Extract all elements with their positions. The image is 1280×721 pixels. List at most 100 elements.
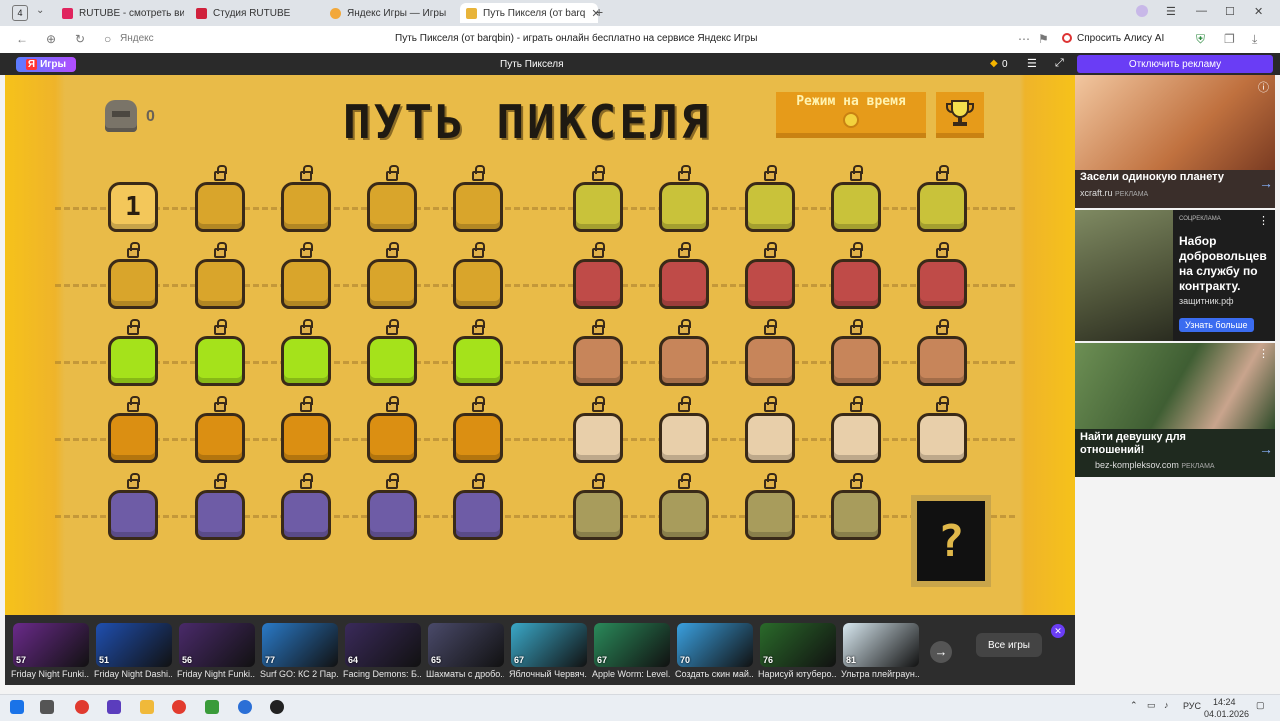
- close-bar-icon[interactable]: ✕: [1051, 624, 1065, 638]
- locked-level-button[interactable]: [108, 490, 158, 540]
- task-view-icon[interactable]: [40, 700, 54, 714]
- game-name[interactable]: Friday Night Funki...: [177, 669, 255, 679]
- locked-level-button[interactable]: [917, 336, 967, 386]
- game-thumbnail[interactable]: 65: [428, 623, 504, 667]
- locked-level-button[interactable]: [195, 182, 245, 232]
- locked-level-button[interactable]: [195, 336, 245, 386]
- games-menu-icon[interactable]: ☰: [1027, 57, 1037, 70]
- locked-level-button[interactable]: [659, 259, 709, 309]
- download-icon[interactable]: ⤓: [1252, 32, 1257, 47]
- arrow-right-icon[interactable]: →: [1259, 175, 1273, 191]
- locked-level-button[interactable]: [573, 490, 623, 540]
- page-title[interactable]: Путь Пикселя (от barqbin) - играть онлай…: [395, 33, 757, 44]
- locked-level-button[interactable]: [195, 259, 245, 309]
- locked-level-button[interactable]: [367, 182, 417, 232]
- locked-level-button[interactable]: [195, 490, 245, 540]
- reload-icon[interactable]: ↻: [75, 32, 85, 46]
- game-name[interactable]: Friday Night Dashi...: [94, 669, 172, 679]
- game-name[interactable]: Яблочный Червяч...: [509, 669, 587, 679]
- locked-level-button[interactable]: [281, 413, 331, 463]
- profile-icon[interactable]: [1136, 5, 1148, 17]
- ad-card-1[interactable]: ⓘ Засели одинокую планету xcraft.ru РЕКЛ…: [1075, 75, 1275, 208]
- folder-icon[interactable]: [140, 700, 154, 714]
- yandex-browser-icon[interactable]: [75, 700, 89, 714]
- locked-level-button[interactable]: [659, 490, 709, 540]
- app-icon-2[interactable]: [238, 700, 252, 714]
- windows-start-icon[interactable]: [10, 700, 24, 714]
- game-thumbnail[interactable]: 76: [760, 623, 836, 667]
- more-icon[interactable]: ⋯: [1018, 32, 1030, 46]
- new-tab-icon[interactable]: +: [595, 4, 603, 20]
- time-mode-button[interactable]: Режим на время: [776, 92, 926, 138]
- ad-card-3[interactable]: ⋮ Найти девушку для отношений! bez-kompl…: [1075, 343, 1275, 477]
- tab-counter[interactable]: 4: [12, 5, 28, 21]
- locked-level-button[interactable]: [917, 182, 967, 232]
- game-name[interactable]: Ультра плейгрaун...: [841, 669, 919, 679]
- locked-level-button[interactable]: [108, 259, 158, 309]
- locked-level-button[interactable]: [367, 336, 417, 386]
- game-name[interactable]: Создать скин май...: [675, 669, 753, 679]
- locked-level-button[interactable]: [745, 259, 795, 309]
- locked-level-button[interactable]: [745, 413, 795, 463]
- ad-info-icon[interactable]: ⓘ: [1258, 79, 1269, 95]
- next-games-icon[interactable]: →: [930, 641, 952, 663]
- chevron-down-icon[interactable]: ⌄: [36, 5, 44, 16]
- network-icon[interactable]: ▭: [1147, 700, 1156, 711]
- game-thumbnail[interactable]: 64: [345, 623, 421, 667]
- bookmark-icon[interactable]: ⚑: [1038, 32, 1049, 46]
- locked-level-button[interactable]: [573, 413, 623, 463]
- locked-level-button[interactable]: [659, 336, 709, 386]
- game-thumbnail[interactable]: 67: [594, 623, 670, 667]
- game-canvas[interactable]: 0 ПУТЬ ПИКСЕЛЯ Режим на время 1 ?: [5, 75, 1075, 615]
- locked-level-button[interactable]: [453, 336, 503, 386]
- minimize-icon[interactable]: —: [1196, 5, 1207, 17]
- ad-card-2[interactable]: СОЦРЕКЛАМА ⋮ Набор добровольцев на служб…: [1075, 210, 1275, 341]
- game-thumbnail[interactable]: 81: [843, 623, 919, 667]
- tab-yandex-games[interactable]: Яндекс Игры — Игры онл: [330, 3, 448, 23]
- ad-menu-icon[interactable]: ⋮: [1258, 214, 1269, 227]
- fullscreen-icon[interactable]: ⤢: [1055, 57, 1064, 70]
- all-games-button[interactable]: Все игры: [976, 633, 1042, 657]
- locked-level-button[interactable]: [745, 490, 795, 540]
- locked-level-button[interactable]: [659, 182, 709, 232]
- game-thumbnail[interactable]: 67: [511, 623, 587, 667]
- locked-level-button[interactable]: [745, 336, 795, 386]
- ask-alice-button[interactable]: Спросить Алису AI: [1077, 33, 1164, 44]
- game-thumbnail[interactable]: 77: [262, 623, 338, 667]
- address-host[interactable]: Яндекс: [120, 33, 154, 44]
- trophy-button[interactable]: [936, 92, 984, 138]
- game-name[interactable]: Apple Worm: Level...: [592, 669, 670, 679]
- tab-rutube[interactable]: RUTUBE - смотреть виде: [62, 3, 184, 23]
- protect-icon[interactable]: ⛨: [1196, 32, 1205, 47]
- clock-date[interactable]: 04.01.2026: [1204, 709, 1249, 719]
- locked-level-button[interactable]: [195, 413, 245, 463]
- level-1-button[interactable]: 1: [108, 182, 158, 232]
- site-info-icon[interactable]: ○: [104, 32, 111, 46]
- locked-level-button[interactable]: [573, 259, 623, 309]
- language-indicator[interactable]: РУС: [1183, 701, 1201, 711]
- minecraft-icon[interactable]: [205, 700, 219, 714]
- back-icon[interactable]: ←: [16, 32, 28, 46]
- learn-more-button[interactable]: Узнать больше: [1179, 318, 1254, 332]
- tab-rutube-studio[interactable]: Студия RUTUBE: [196, 3, 314, 23]
- locked-level-button[interactable]: [831, 182, 881, 232]
- alice-icon[interactable]: [1062, 33, 1072, 43]
- menu-icon[interactable]: ☰: [1166, 5, 1176, 18]
- game-name[interactable]: Шахматы с дробо...: [426, 669, 504, 679]
- game-name[interactable]: Friday Night Funki...: [11, 669, 89, 679]
- locked-level-button[interactable]: [831, 259, 881, 309]
- tab-pixel-path[interactable]: Путь Пикселя (от barq ✕: [460, 3, 598, 23]
- game-name[interactable]: Facing Demons: Б...: [343, 669, 421, 679]
- locked-level-button[interactable]: [367, 413, 417, 463]
- locked-level-button[interactable]: [281, 490, 331, 540]
- locked-level-button[interactable]: [659, 413, 709, 463]
- locked-level-button[interactable]: [831, 490, 881, 540]
- obs-icon[interactable]: [270, 700, 284, 714]
- volume-icon[interactable]: ♪: [1164, 700, 1169, 710]
- game-name[interactable]: Surf GO: КС 2 Пар...: [260, 669, 338, 679]
- locked-level-button[interactable]: [281, 336, 331, 386]
- arrow-right-icon[interactable]: →: [1259, 441, 1273, 457]
- locked-level-button[interactable]: [367, 259, 417, 309]
- game-thumbnail[interactable]: 56: [179, 623, 255, 667]
- locked-level-button[interactable]: [917, 259, 967, 309]
